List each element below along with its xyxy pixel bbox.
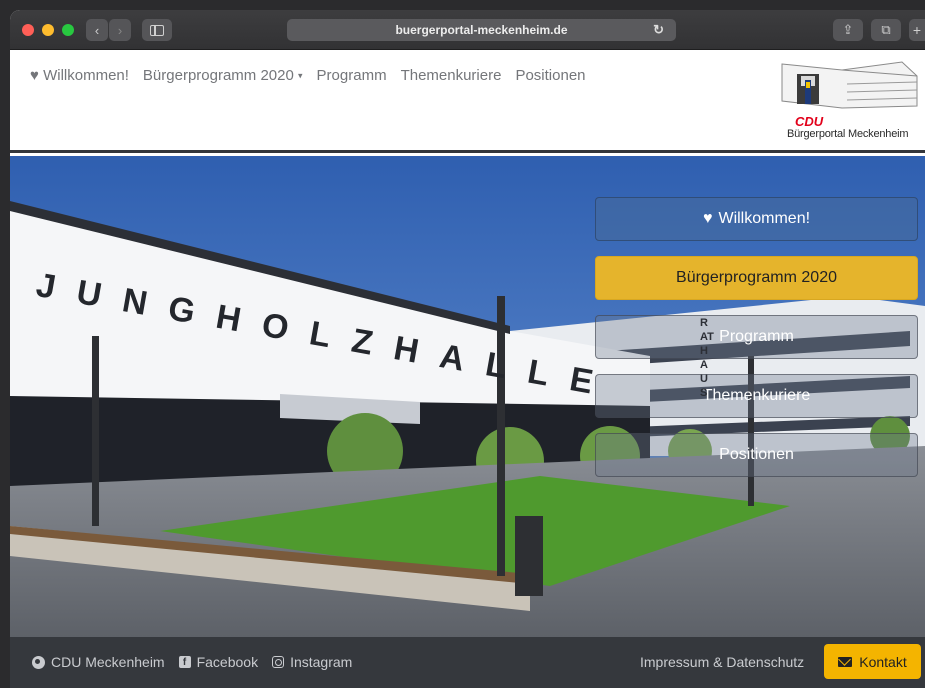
show-tabs-button[interactable]: ⧉ [871,19,901,41]
footer-link-facebook[interactable]: f Facebook [178,654,259,670]
back-button[interactable]: ‹ [86,19,108,41]
minimize-window-button[interactable] [42,24,54,36]
site-navbar: ♥ Willkommen! Bürgerprogramm 2020 ▾ Prog… [10,50,925,153]
forward-button[interactable]: › [109,19,131,41]
logo-subtitle: Bürgerportal Meckenheim [787,128,909,140]
reload-icon[interactable]: ↻ [653,22,664,38]
hero-themenkuriere-button[interactable]: Themenkuriere [595,374,918,418]
hero-button-label: Positionen [719,446,794,463]
hero-positionen-button[interactable]: Positionen [595,433,918,477]
hero-button-label: Willkommen! [718,210,811,227]
hero-button-label: Bürgerprogramm 2020 [676,269,837,286]
footer-link-label: Facebook [196,654,259,670]
chevron-left-icon: ‹ [94,22,100,38]
address-bar[interactable]: buergerportal-meckenheim.de ↻ [287,19,676,41]
kontakt-label: Kontakt [859,653,907,670]
footer-link-label: Instagram [290,654,353,670]
nav-item-positionen[interactable]: Positionen [515,67,585,84]
instagram-icon [272,656,285,668]
plus-icon: + [912,22,922,38]
heart-icon: ♥ [702,210,713,227]
footer-link-cdu[interactable]: CDU Meckenheim [32,654,165,670]
heart-icon: ♥ [30,67,39,84]
hero-willkommen-button[interactable]: ♥ Willkommen! [595,197,918,241]
nav-item-themenkuriere[interactable]: Themenkuriere [401,67,502,84]
chevron-right-icon: › [117,22,123,38]
sidebar-toggle-button[interactable] [142,19,172,41]
hero-button-label: Programm [719,328,794,345]
caret-down-icon: ▾ [298,70,303,81]
site-footer: CDU Meckenheim f Facebook Instagram Impre… [10,637,925,688]
hero-programm-button[interactable]: Programm [595,315,918,359]
main-nav: ♥ Willkommen! Bürgerprogramm 2020 ▾ Prog… [30,67,586,84]
share-button[interactable]: ⇪ [833,19,863,41]
site-logo[interactable]: CDU Bürgerportal Meckenheim [772,56,922,146]
tabs-icon: ⧉ [881,22,891,37]
new-tab-button[interactable]: + [909,19,925,41]
nav-item-label: Bürgerprogramm 2020 [142,67,294,84]
hero-button-label: Themenkuriere [702,387,811,404]
hero-section: JUNGHOLZHALLE ♥ Willkommen! Bürgerprogra… [10,156,925,637]
nav-item-willkommen[interactable]: ♥ Willkommen! [30,67,129,84]
rathaus-lettering: RATHAUS [700,317,714,399]
footer-link-instagram[interactable]: Instagram [272,654,352,670]
close-window-button[interactable] [22,24,34,36]
maximize-window-button[interactable] [62,24,74,36]
share-icon: ⇪ [842,22,854,37]
nav-item-label: Willkommen! [43,67,129,84]
footer-social-links: CDU Meckenheim f Facebook Instagram [32,654,352,670]
footer-link-label: CDU Meckenheim [51,654,165,670]
logo-building-graphic [781,61,918,109]
url-text: buergerportal-meckenheim.de [395,23,568,37]
facebook-icon: f [178,656,191,668]
sidebar-icon [150,24,164,36]
browser-titlebar: ‹ › buergerportal-meckenheim.de ↻ ⇪ ⧉ + [10,10,925,50]
browser-window: ‹ › buergerportal-meckenheim.de ↻ ⇪ ⧉ + … [10,10,925,688]
logo-party-name: CDU [795,114,824,129]
nav-item-buergerprogramm[interactable]: Bürgerprogramm 2020 ▾ [143,67,303,84]
globe-icon [32,655,45,669]
impressum-link[interactable]: Impressum & Datenschutz [640,654,804,670]
hero-buergerprogramm-button[interactable]: Bürgerprogramm 2020 [595,256,918,300]
kontakt-button[interactable]: Kontakt [824,644,921,679]
envelope-icon [838,656,853,667]
nav-item-programm[interactable]: Programm [317,67,387,84]
